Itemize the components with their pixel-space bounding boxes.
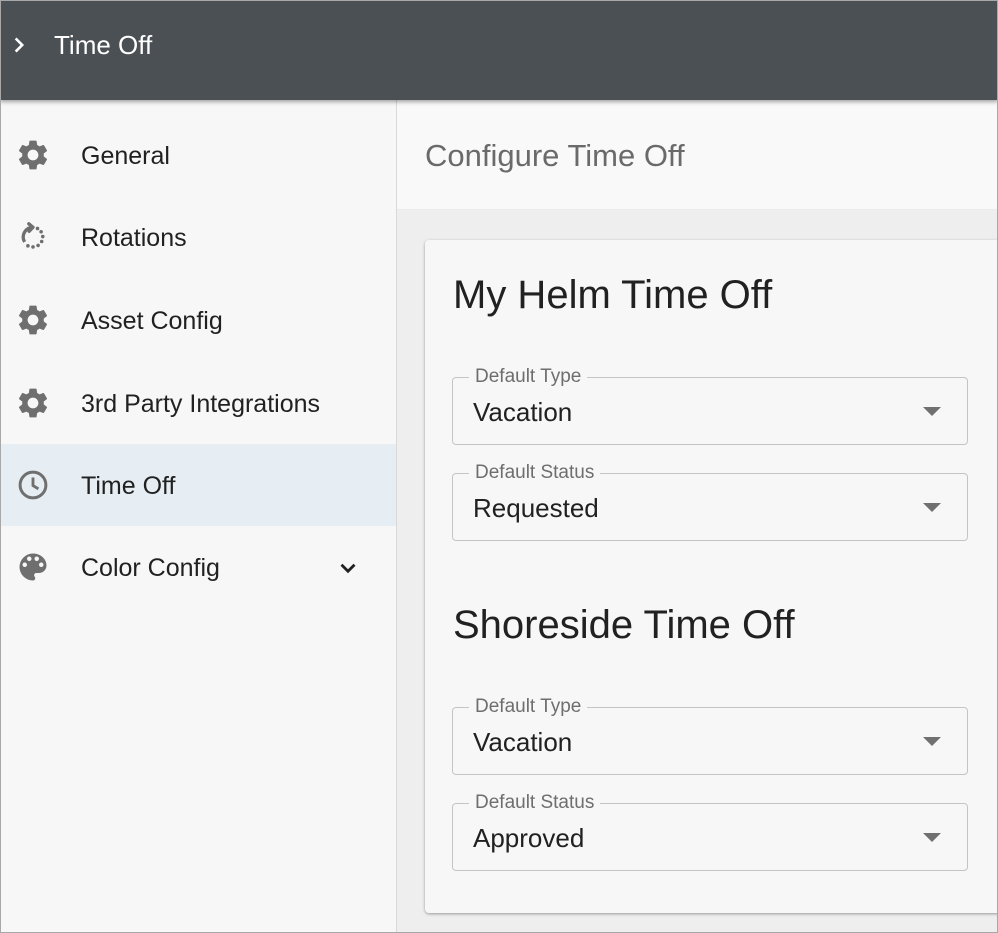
section-title-my-helm: My Helm Time Off [453, 273, 773, 317]
field-label: Default Type [469, 365, 588, 389]
dropdown-arrow-icon [923, 737, 941, 746]
field-value: Vacation [473, 727, 573, 757]
sidebar-item-label: Color Config [81, 554, 220, 582]
shoreside-default-type-select[interactable]: Default Type Vacation [452, 695, 968, 775]
sidebar-item-label: Time Off [81, 472, 176, 500]
chevron-down-icon[interactable] [335, 555, 361, 581]
sidebar-item-label: Asset Config [81, 307, 223, 335]
my-helm-default-status-select[interactable]: Default Status Requested [452, 461, 968, 541]
app-bar-title: Time Off [54, 30, 153, 60]
field-value: Vacation [473, 397, 573, 427]
page-header: Configure Time Off [397, 100, 998, 210]
section-title-shoreside: Shoreside Time Off [453, 603, 795, 647]
my-helm-default-type-select[interactable]: Default Type Vacation [452, 365, 968, 445]
sidebar-item-label: 3rd Party Integrations [81, 390, 321, 418]
sidebar-item-rotations[interactable]: Rotations [1, 196, 396, 278]
field-label: Default Status [469, 461, 601, 485]
gear-icon [18, 388, 48, 418]
field-label: Default Status [469, 791, 601, 815]
shoreside-default-status-select[interactable]: Default Status Approved [452, 791, 968, 871]
sidebar-item-3rd-party-integrations[interactable]: 3rd Party Integrations [1, 362, 396, 444]
field-value: Approved [473, 823, 585, 853]
gear-icon [18, 305, 48, 335]
app-bar: Time Off [0, 0, 998, 100]
chevron-right-icon[interactable] [8, 33, 32, 57]
palette-icon [19, 553, 47, 581]
dropdown-arrow-icon [923, 503, 941, 512]
rotate-icon [21, 222, 45, 249]
sidebar-item-label: Rotations [81, 224, 187, 252]
gear-icon [18, 140, 48, 170]
page-title: Configure Time Off [425, 138, 685, 173]
settings-card: My Helm Time Off Default Type Vacation D… [425, 240, 998, 913]
sidebar-item-asset-config[interactable]: Asset Config [1, 279, 396, 361]
sidebar-item-label: General [81, 142, 170, 170]
dropdown-arrow-icon [923, 407, 941, 416]
main-content: My Helm Time Off Default Type Vacation D… [397, 210, 998, 933]
field-label: Default Type [469, 695, 588, 719]
sidebar-item-general[interactable]: General [1, 114, 396, 196]
clock-icon [18, 470, 48, 500]
sidebar: General Rotations Asset Config 3rd Party… [0, 100, 397, 933]
sidebar-item-time-off[interactable]: Time Off [1, 444, 396, 526]
field-value: Requested [473, 493, 599, 523]
dropdown-arrow-icon [923, 833, 941, 842]
sidebar-item-color-config[interactable]: Color Config [1, 526, 396, 608]
